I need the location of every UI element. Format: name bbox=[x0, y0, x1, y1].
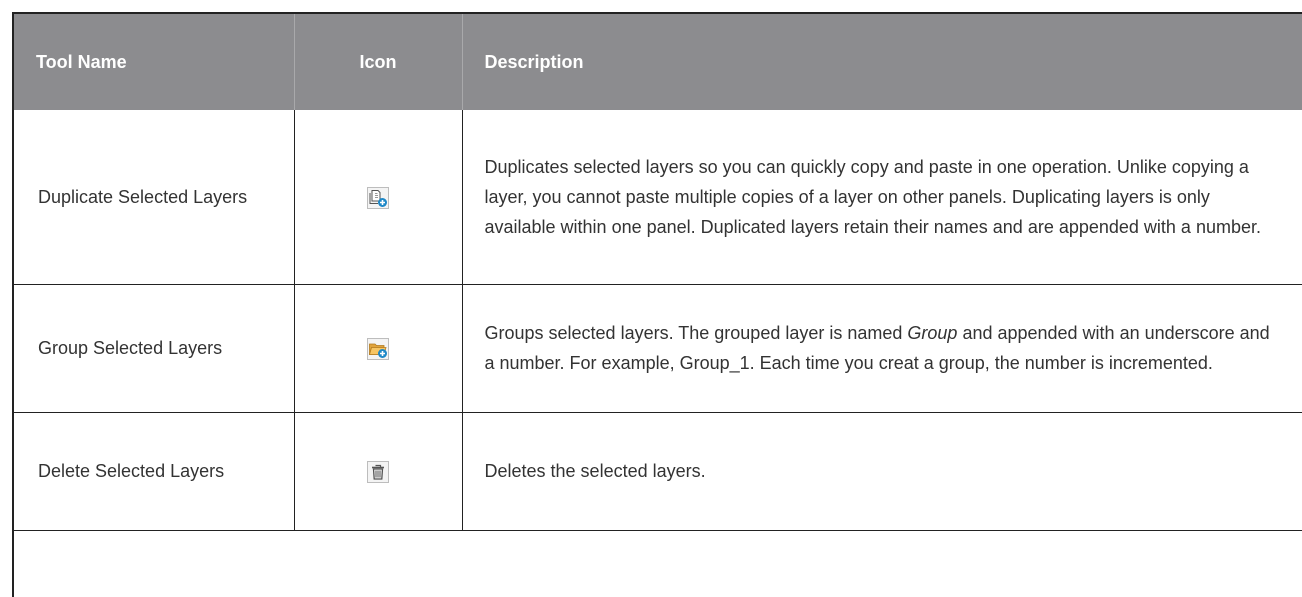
description-text: Deletes the selected layers. bbox=[484, 461, 706, 481]
header-description: Description bbox=[462, 14, 1302, 110]
header-tool-name: Tool Name bbox=[14, 14, 295, 110]
table-row: Duplicate Selected Layers Duplicates sel… bbox=[14, 110, 1302, 285]
tool-name-cell: Duplicate Selected Layers bbox=[14, 110, 295, 285]
header-row: Tool Name Icon Description bbox=[14, 14, 1302, 110]
description-emphasis: Group bbox=[907, 323, 958, 343]
table-row: Delete Selected Layers Deletes the selec… bbox=[14, 412, 1302, 531]
tool-name-cell: Delete Selected Layers bbox=[14, 412, 295, 531]
table-row: Group Selected Layers Groups selected la… bbox=[14, 284, 1302, 413]
description-cell: Duplicates selected layers so you can qu… bbox=[462, 110, 1302, 285]
description-text: Duplicates selected layers so you can qu… bbox=[484, 156, 1262, 237]
duplicate-layers-icon bbox=[367, 187, 389, 209]
description-cell: Groups selected layers. The grouped laye… bbox=[462, 284, 1302, 413]
icon-cell bbox=[294, 412, 463, 531]
tool-table-container: Tool Name Icon Description Duplicate Sel… bbox=[12, 12, 1302, 597]
table-body: Duplicate Selected Layers Duplicates sel… bbox=[14, 110, 1302, 531]
tool-name-cell: Group Selected Layers bbox=[14, 284, 295, 413]
icon-cell bbox=[294, 110, 463, 285]
icon-cell bbox=[294, 284, 463, 413]
table-header: Tool Name Icon Description bbox=[14, 14, 1302, 110]
header-icon: Icon bbox=[294, 14, 463, 110]
tool-table: Tool Name Icon Description Duplicate Sel… bbox=[14, 14, 1302, 531]
description-cell: Deletes the selected layers. bbox=[462, 412, 1302, 531]
group-layers-icon bbox=[367, 338, 389, 361]
trash-icon bbox=[367, 461, 389, 484]
description-text: Groups selected layers. The grouped laye… bbox=[484, 323, 908, 343]
